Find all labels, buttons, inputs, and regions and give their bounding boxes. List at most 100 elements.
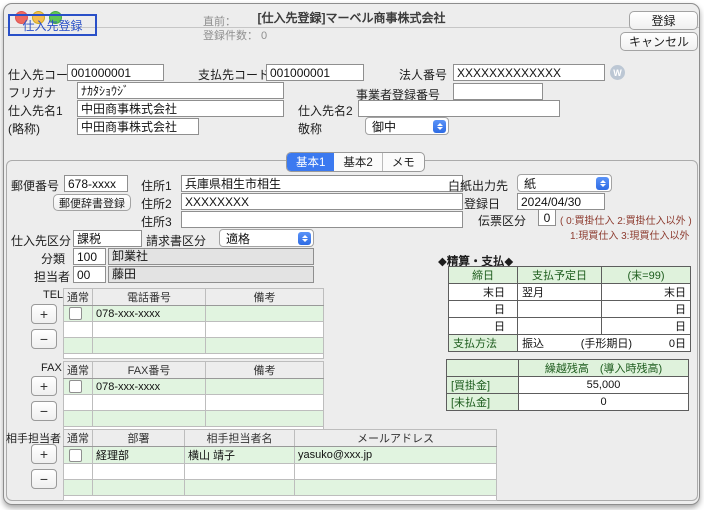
postal-code-input[interactable] [64,175,128,192]
bill-due-label: (手形期日) [581,335,632,351]
due-day-1[interactable]: 末日 [602,284,691,301]
due-month-3[interactable] [518,318,602,335]
fax-row2-normal-cell[interactable] [64,395,93,411]
mode-badge-supplier-registration[interactable]: 仕入先登録 [8,14,97,36]
tel-row3-number[interactable] [93,338,206,354]
contacts-row3-dept[interactable] [93,480,185,496]
tel-checkbox[interactable] [69,307,82,320]
slip-type-input[interactable] [538,209,556,226]
contacts-row3-normal-cell[interactable] [64,480,93,496]
bill-due-days[interactable]: 0日 [669,335,686,351]
due-day-3[interactable]: 日 [602,318,691,335]
business-reg-number-input[interactable] [453,83,543,100]
short-name-input[interactable] [77,118,199,135]
postal-dictionary-button[interactable]: 郵便辞書登録 [53,194,131,211]
tab-basic2[interactable]: 基本2 [334,153,382,171]
address1-input[interactable] [181,175,463,192]
tel-row1-note[interactable] [206,306,324,322]
contacts-row3-mail[interactable] [295,480,497,496]
payment-method-value[interactable]: 振込 [522,335,544,351]
address2-label: 住所2 [141,195,172,212]
tel-add-button[interactable]: + [31,304,57,324]
tab-memo[interactable]: メモ [383,153,424,171]
staff-label: 担当者 [34,268,70,285]
supplier-class-input[interactable] [73,230,142,247]
tel-row3-note[interactable] [206,338,324,354]
tel-row1-number[interactable]: 078-xxx-xxxx [93,306,206,322]
blank-output-select[interactable]: 紙 [517,174,612,192]
invoice-class-select[interactable]: 適格 [219,229,314,247]
closing-day-1[interactable]: 末日 [449,284,518,301]
tel-header-normal: 通常 [64,289,93,306]
unpaid-value[interactable]: 0 [519,394,689,411]
contacts-row2-mail[interactable] [295,464,497,480]
fax-row2-note[interactable] [206,395,324,411]
due-month-1[interactable]: 翌月 [518,284,602,301]
contacts-table: 通常 部署 相手担当者名 メールアドレス 経理部 横山 靖子 yasuko@xx… [63,429,497,501]
tel-row1-normal-cell[interactable] [64,306,93,322]
supplier-name1-input[interactable] [77,100,284,117]
accounts-payable-value[interactable]: 55,000 [519,377,689,394]
cancel-button[interactable]: キャンセル [620,32,698,51]
supplier-name1-label: 仕入先名1 [8,102,63,119]
contacts-row3-name[interactable] [185,480,295,496]
fax-row3-note[interactable] [206,411,324,427]
contacts-row1-mail[interactable]: yasuko@xxx.jp [295,447,497,464]
category-code-input[interactable] [73,248,106,265]
reg-date-input[interactable] [517,193,605,210]
tel-row2-note[interactable] [206,322,324,338]
contacts-row2-name[interactable] [185,464,295,480]
fax-row2-number[interactable] [93,395,206,411]
contacts-add-button[interactable]: + [31,444,57,464]
tel-remove-button[interactable]: − [31,329,57,349]
supplier-code-input[interactable] [67,64,164,81]
fax-row1-normal-cell[interactable] [64,379,93,395]
fax-row3-number[interactable] [93,411,206,427]
payee-code-input[interactable] [266,64,364,81]
contacts-row1-name[interactable]: 横山 靖子 [185,447,295,464]
furigana-input[interactable] [77,82,284,99]
closing-day-2[interactable]: 日 [449,301,518,318]
payment-method-cell[interactable]: 振込 (手形期日) 0日 [518,335,691,352]
slip-type-label: 伝票区分 [478,212,526,229]
category-name-field: 卸業社 [108,248,314,265]
web-lookup-icon[interactable]: W [610,65,625,80]
tel-row3-normal-cell[interactable] [64,338,93,354]
fax-remove-button[interactable]: − [31,401,57,421]
screen: [仕入先登録]マーベル商事株式会社 仕入先登録 直前： 登録件数： 0 登録 キ… [0,0,704,510]
staff-code-input[interactable] [73,266,106,283]
fax-header-number: FAX番号 [93,362,206,379]
fax-add-button[interactable]: + [31,376,57,396]
app-window: [仕入先登録]マーベル商事株式会社 仕入先登録 直前： 登録件数： 0 登録 キ… [3,3,700,505]
fax-checkbox[interactable] [69,380,82,393]
tab-basic1[interactable]: 基本1 [287,153,334,171]
honorific-select[interactable]: 御中 [365,117,449,135]
fax-row3-normal-cell[interactable] [64,411,93,427]
payee-code-label: 支払先コード [198,66,270,83]
tel-row2-normal-cell[interactable] [64,322,93,338]
contacts-row1-dept[interactable]: 経理部 [93,447,185,464]
invoice-class-label: 請求書区分 [146,232,206,249]
due-day-2[interactable]: 日 [602,301,691,318]
fax-row1-note[interactable] [206,379,324,395]
window-title: [仕入先登録]マーベル商事株式会社 [4,9,699,26]
contacts-checkbox[interactable] [69,449,82,462]
slip-type-note1: ( 0:買掛仕入 2:買掛仕入以外 ) [560,212,692,227]
address3-label: 住所3 [141,213,172,230]
fax-row1-number[interactable]: 078-xxx-xxxx [93,379,206,395]
category-label: 分類 [41,250,65,267]
due-month-2[interactable] [518,301,602,318]
address2-input[interactable] [181,193,463,210]
contacts-row1-normal-cell[interactable] [64,447,93,464]
honorific-label: 敬称 [298,120,322,137]
contacts-remove-button[interactable]: − [31,469,57,489]
slip-type-note2: 1:現買仕入 3:現買仕入以外 [570,227,689,242]
closing-day-3[interactable]: 日 [449,318,518,335]
tel-row2-number[interactable] [93,322,206,338]
corporate-number-input[interactable] [453,64,605,81]
address3-input[interactable] [181,211,463,228]
supplier-name2-input[interactable] [358,100,560,117]
contacts-row2-normal-cell[interactable] [64,464,93,480]
register-button[interactable]: 登録 [629,11,698,30]
contacts-row2-dept[interactable] [93,464,185,480]
